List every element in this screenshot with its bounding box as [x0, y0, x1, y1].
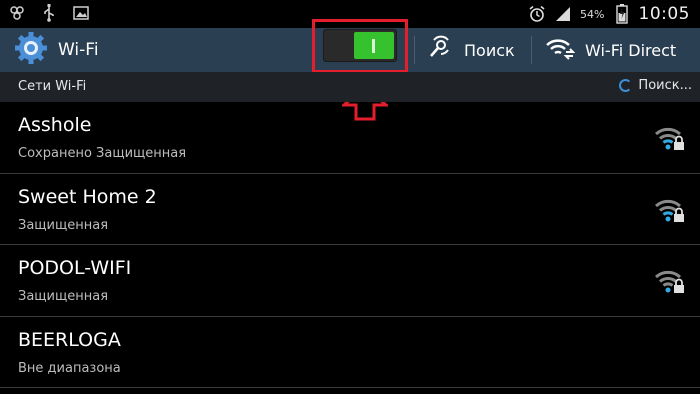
network-status: Защищенная [18, 289, 109, 304]
wifi-toggle-switch[interactable] [323, 29, 397, 62]
search-icon [426, 34, 454, 66]
divider [414, 36, 415, 64]
battery-percent: 54% [580, 7, 605, 21]
status-bar-right: 54% 10:05 [528, 2, 690, 26]
wifi-secured-icon [655, 127, 684, 150]
alarm-icon [528, 5, 546, 23]
scanning-indicator: Поиск... [619, 78, 692, 93]
signal-icon [554, 5, 572, 23]
clock: 10:05 [638, 4, 690, 24]
network-item[interactable]: Asshole Сохранено Защищенная [0, 102, 700, 174]
toggle-on-thumb [354, 32, 394, 59]
network-name: BEERLOGA [18, 328, 121, 351]
gallery-icon [72, 4, 90, 22]
status-bar-left [8, 4, 90, 22]
search-label: Поиск [464, 40, 515, 60]
network-name: Asshole [18, 114, 92, 136]
network-name: Sweet Home 2 [18, 185, 157, 208]
wifi-secured-icon [655, 199, 684, 222]
network-status: Вне диапазона [18, 360, 121, 376]
back-to-settings[interactable]: Wi-Fi [14, 32, 99, 68]
scanning-label: Поиск... [638, 78, 692, 93]
usb-icon [40, 4, 58, 22]
wifi-secured-icon [655, 270, 684, 293]
section-title: Сети Wi-Fi [18, 79, 87, 94]
page-title: Wi-Fi [58, 40, 99, 60]
network-item[interactable]: BEERLOGA Вне диапазона [0, 317, 700, 388]
action-bar: Wi-Fi Поиск Wi-Fi Direct [0, 19, 700, 73]
section-header: Сети Wi-Fi Поиск... [0, 72, 700, 102]
wifi-direct-button[interactable]: Wi-Fi Direct [545, 32, 676, 68]
spinner-icon [619, 79, 633, 92]
network-item[interactable]: PODOL-WIFI Защищенная [0, 245, 700, 317]
toggle-highlight-box [312, 19, 408, 73]
network-item[interactable]: Sweet Home 2 Защищенная [0, 174, 700, 245]
battery-icon [613, 4, 631, 24]
wifi-direct-label: Wi-Fi Direct [585, 40, 677, 60]
network-list: Asshole Сохранено Защищенная Sweet Home … [0, 102, 700, 388]
network-name: PODOL-WIFI [18, 257, 132, 279]
divider [531, 36, 532, 64]
settings-gear-icon [14, 31, 48, 69]
network-status: Сохранено Защищенная [18, 146, 187, 161]
usb-settings-icon [8, 4, 26, 22]
network-status: Защищенная [18, 217, 109, 233]
wifi-direct-icon [545, 35, 576, 65]
search-button[interactable]: Поиск [426, 32, 515, 68]
toggle-knob [372, 39, 375, 53]
